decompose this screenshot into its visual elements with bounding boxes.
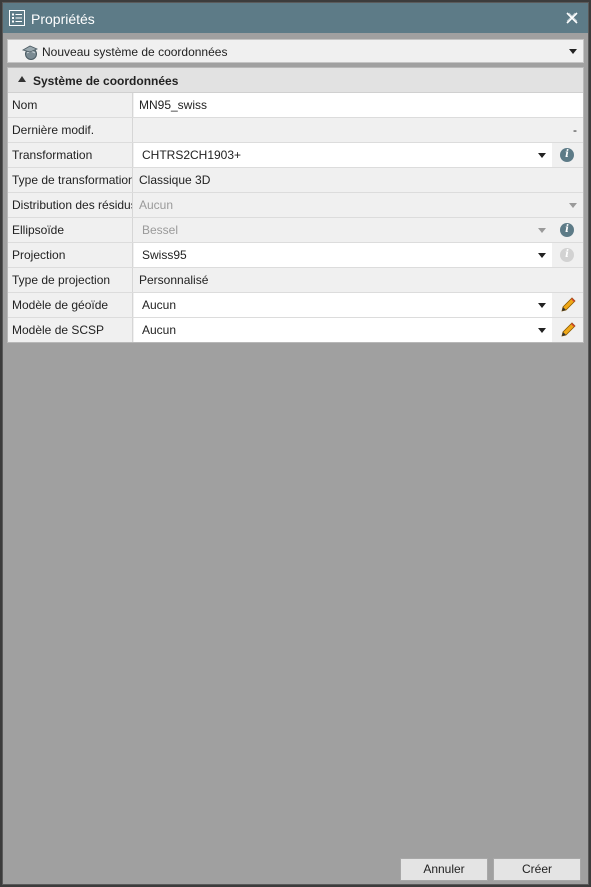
- collapse-triangle-icon[interactable]: [18, 76, 26, 82]
- selector-value: Nouveau système de coordonnées: [42, 45, 228, 59]
- projection-type-value: Personnalisé: [134, 268, 583, 292]
- row-label: Ellipsoïde: [8, 218, 133, 242]
- info-icon[interactable]: i: [560, 223, 574, 237]
- close-icon[interactable]: [564, 10, 580, 26]
- row-name: Nom MN95_swiss: [8, 93, 583, 118]
- row-label: Modèle de géoïde: [8, 293, 133, 317]
- scsp-model-dropdown[interactable]: Aucun: [134, 318, 552, 342]
- properties-panel: Système de coordonnées Nom MN95_swiss De…: [7, 67, 584, 343]
- properties-window: Propriétés Nouveau système de coordonnée…: [2, 2, 589, 885]
- last-modified-value: -: [134, 118, 583, 142]
- info-icon[interactable]: i: [560, 148, 574, 162]
- projection-info: i: [553, 243, 583, 267]
- last-modified-text: -: [573, 123, 577, 137]
- row-geoid-model: Modèle de géoïde Aucun: [8, 293, 583, 318]
- ellipsoid-info[interactable]: i: [553, 218, 583, 242]
- geoid-model-value: Aucun: [142, 298, 177, 312]
- scsp-model-value: Aucun: [142, 323, 177, 337]
- transformation-value: CHTRS2CH1903+: [142, 148, 242, 162]
- row-label: Dernière modif.: [8, 118, 133, 142]
- chevron-down-icon[interactable]: [569, 49, 577, 54]
- chevron-down-icon: [569, 203, 577, 208]
- ellipsoid-dropdown: Bessel: [134, 218, 552, 242]
- section-title: Système de coordonnées: [33, 74, 179, 88]
- cancel-button[interactable]: Annuler: [400, 858, 488, 881]
- geoid-model-dropdown[interactable]: Aucun: [134, 293, 552, 317]
- pencil-icon[interactable]: [559, 296, 577, 314]
- section-header[interactable]: Système de coordonnées: [8, 68, 583, 93]
- transformation-type-value: Classique 3D: [134, 168, 583, 192]
- row-projection-type: Type de projection Personnalisé: [8, 268, 583, 293]
- ellipsoid-value: Bessel: [142, 223, 179, 237]
- chevron-down-icon: [538, 228, 546, 233]
- scsp-model-edit[interactable]: [553, 318, 583, 342]
- row-projection: Projection Swiss95 i: [8, 243, 583, 268]
- projection-value: Swiss95: [142, 248, 187, 262]
- row-scsp-model: Modèle de SCSP Aucun: [8, 318, 583, 343]
- window-title: Propriétés: [31, 11, 95, 27]
- pencil-icon[interactable]: [559, 321, 577, 339]
- info-icon: i: [560, 248, 574, 262]
- transformation-info[interactable]: i: [553, 143, 583, 167]
- properties-list-icon: [9, 10, 25, 26]
- coordinate-system-selector[interactable]: Nouveau système de coordonnées: [7, 39, 584, 63]
- create-button[interactable]: Créer: [493, 858, 581, 881]
- residual-distribution-value: Aucun: [139, 198, 174, 212]
- row-label: Type de transformation: [8, 168, 133, 192]
- chevron-down-icon[interactable]: [538, 253, 546, 258]
- row-transformation-type: Type de transformation Classique 3D: [8, 168, 583, 193]
- row-ellipsoid: Ellipsoïde Bessel i: [8, 218, 583, 243]
- row-label: Transformation: [8, 143, 133, 167]
- row-label: Type de projection: [8, 268, 133, 292]
- row-residual-distribution: Distribution des résidus Aucun: [8, 193, 583, 218]
- row-label: Projection: [8, 243, 133, 267]
- chevron-down-icon[interactable]: [538, 153, 546, 158]
- geoid-model-edit[interactable]: [553, 293, 583, 317]
- projection-dropdown[interactable]: Swiss95: [134, 243, 552, 267]
- name-input[interactable]: MN95_swiss: [134, 93, 583, 117]
- row-label: Modèle de SCSP: [8, 318, 133, 342]
- row-label: Nom: [8, 93, 133, 117]
- chevron-down-icon[interactable]: [538, 328, 546, 333]
- row-transformation: Transformation CHTRS2CH1903+ i: [8, 143, 583, 168]
- chevron-down-icon[interactable]: [538, 303, 546, 308]
- transformation-dropdown[interactable]: CHTRS2CH1903+: [134, 143, 552, 167]
- title-bar: Propriétés: [3, 3, 588, 33]
- row-last-modified: Dernière modif. -: [8, 118, 583, 143]
- residual-distribution-dropdown: Aucun: [134, 193, 583, 217]
- coordinate-system-icon: [21, 45, 39, 60]
- row-label: Distribution des résidus: [8, 193, 133, 217]
